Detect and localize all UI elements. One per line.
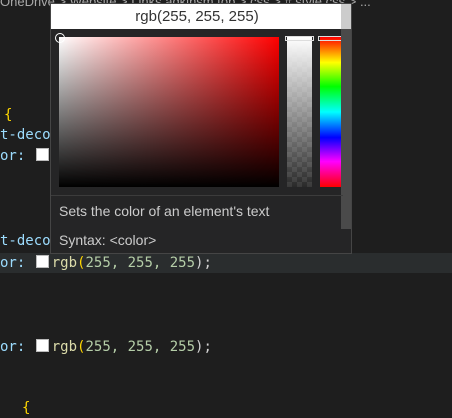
property-syntax: Syntax: <color> bbox=[59, 232, 157, 248]
header-scrollbar[interactable] bbox=[341, 4, 351, 29]
property-name: or: bbox=[0, 148, 26, 164]
code-line: { bbox=[22, 398, 30, 418]
color-picker-hover: rgb(255, 255, 255) Sets the color of an … bbox=[50, 3, 352, 254]
code-line: t-deco bbox=[0, 127, 51, 143]
popup-scrollbar[interactable] bbox=[341, 29, 351, 229]
rgb-function: rgb bbox=[51, 255, 78, 271]
rgb-function: rgb bbox=[51, 339, 78, 355]
open-brace: { bbox=[4, 107, 13, 123]
divider bbox=[51, 195, 343, 196]
close-punc: ); bbox=[195, 339, 212, 355]
code-line: { bbox=[4, 105, 12, 125]
color-swatch[interactable] bbox=[35, 148, 49, 161]
saturation-handle[interactable] bbox=[55, 33, 65, 43]
code-line: t-deco bbox=[0, 233, 51, 249]
opacity-handle[interactable] bbox=[285, 36, 314, 41]
code-line-active: or: rgb(255, 255, 255); bbox=[0, 253, 452, 273]
close-punc: ); bbox=[195, 255, 212, 271]
color-swatch[interactable] bbox=[35, 339, 49, 352]
code-line: or: rgb(255, 255, 255); bbox=[0, 337, 212, 357]
code-line: or: bbox=[0, 146, 52, 166]
rgb-values: 255, 255, 255 bbox=[85, 339, 196, 355]
saturation-box[interactable] bbox=[55, 33, 279, 187]
color-value-header[interactable]: rgb(255, 255, 255) bbox=[51, 4, 343, 29]
property-name: or: bbox=[0, 339, 26, 355]
rgb-values: 255, 255, 255 bbox=[85, 255, 196, 271]
open-brace: { bbox=[22, 400, 31, 416]
property-description: Sets the color of an element's text bbox=[59, 203, 270, 219]
color-swatch[interactable] bbox=[35, 255, 49, 268]
property-name: or: bbox=[0, 255, 26, 271]
opacity-slider[interactable] bbox=[285, 36, 314, 187]
